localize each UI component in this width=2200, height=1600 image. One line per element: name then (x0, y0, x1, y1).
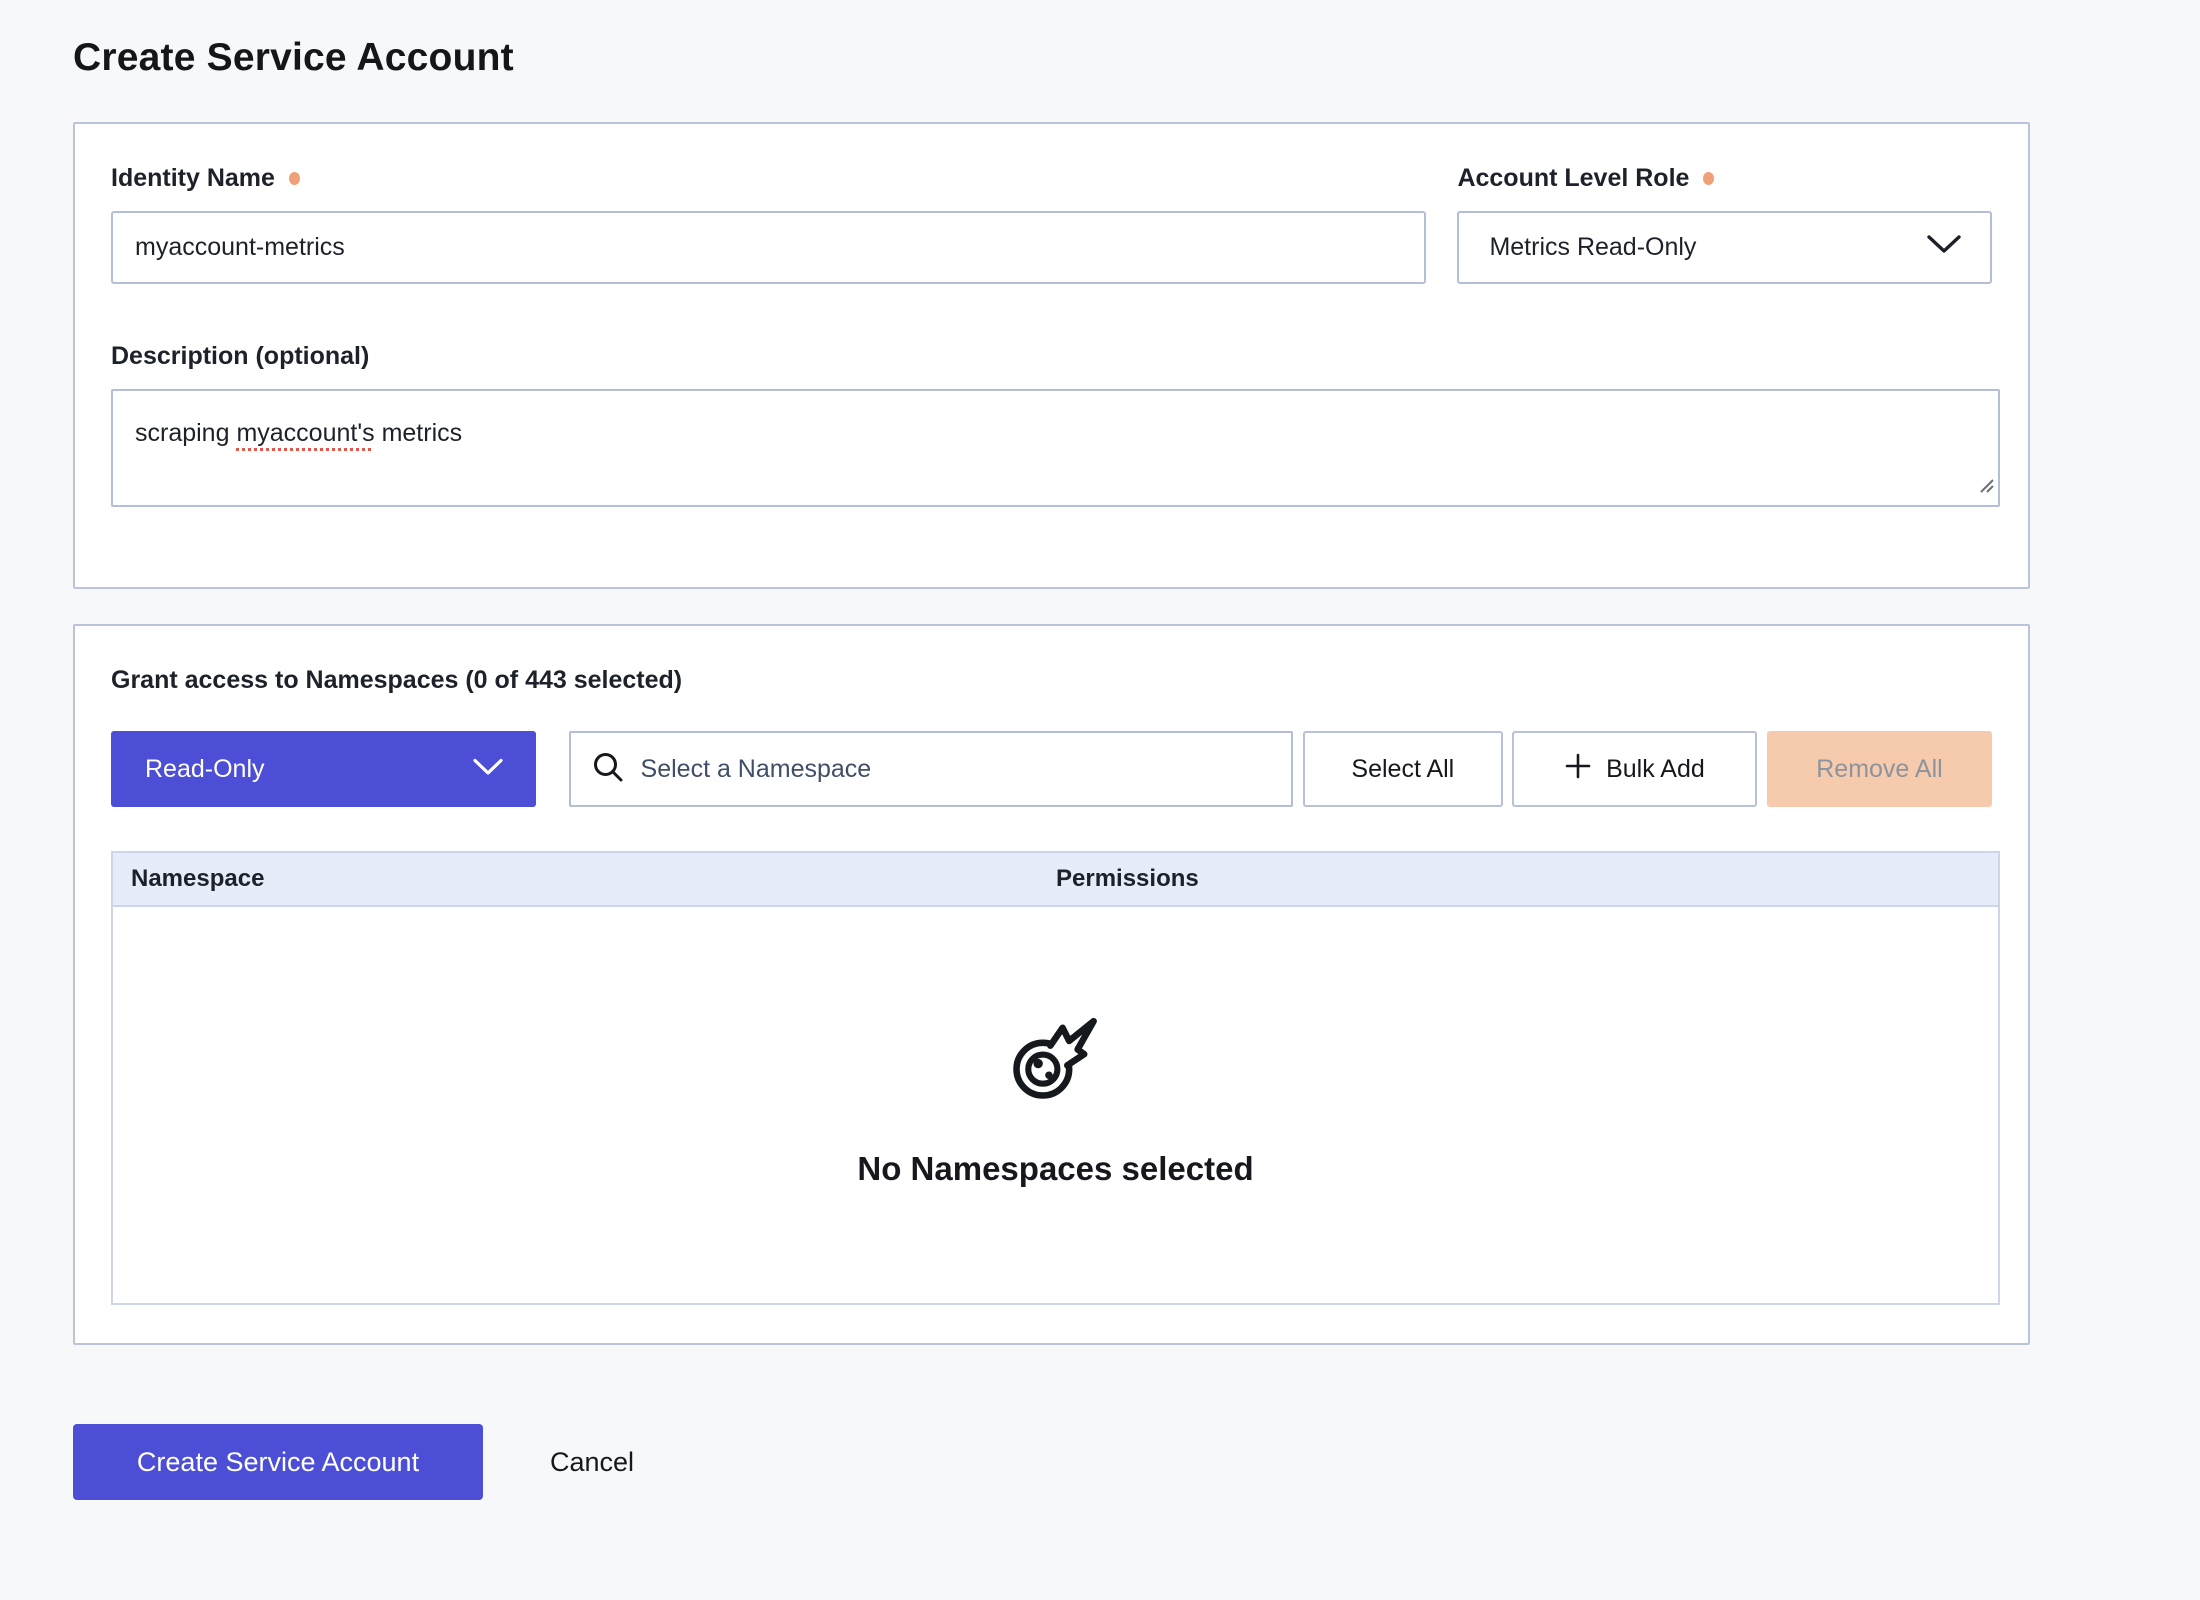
account-level-role-value: Metrics Read-Only (1489, 233, 1696, 262)
chevron-down-icon (1926, 233, 1962, 262)
namespace-search[interactable] (569, 731, 1293, 807)
namespace-search-input[interactable] (641, 733, 1273, 805)
cancel-button[interactable]: Cancel (550, 1447, 634, 1478)
create-service-account-button[interactable]: Create Service Account (73, 1424, 483, 1500)
required-dot-icon (289, 172, 300, 185)
select-all-button[interactable]: Select All (1303, 731, 1503, 807)
search-icon (591, 750, 625, 789)
chevron-down-icon (472, 755, 504, 784)
namespaces-toolbar: Read-Only Select All (111, 731, 1992, 807)
account-level-role-label-text: Account Level Role (1457, 164, 1689, 193)
required-dot-icon (1703, 172, 1714, 185)
permission-role-dropdown[interactable]: Read-Only (111, 731, 536, 807)
account-level-role-select[interactable]: Metrics Read-Only (1457, 211, 1992, 284)
plus-icon (1564, 752, 1592, 787)
description-textarea[interactable]: scraping myaccount's metrics (111, 389, 2000, 507)
description-label: Description (optional) (111, 342, 369, 371)
namespaces-table: Namespace Permissions No Namespaces sele… (111, 851, 2000, 1305)
page-title: Create Service Account (73, 36, 2030, 80)
identity-name-input[interactable] (111, 211, 1426, 284)
permission-role-value: Read-Only (145, 755, 265, 784)
namespaces-table-header: Namespace Permissions (113, 853, 1998, 907)
resize-handle-icon[interactable] (1977, 470, 1995, 503)
column-header-namespace: Namespace (113, 865, 1056, 893)
bulk-add-label: Bulk Add (1606, 755, 1705, 784)
identity-name-label-text: Identity Name (111, 164, 275, 193)
namespaces-table-empty-body: No Namespaces selected (113, 907, 1998, 1303)
bulk-add-button[interactable]: Bulk Add (1512, 731, 1757, 807)
namespaces-heading: Grant access to Namespaces (0 of 443 sel… (111, 666, 1992, 695)
comet-icon (1009, 1009, 1103, 1108)
description-text-before: scraping (135, 419, 236, 447)
description-text-after: metrics (375, 419, 463, 447)
namespaces-panel: Grant access to Namespaces (0 of 443 sel… (73, 624, 2030, 1345)
account-level-role-label: Account Level Role (1457, 164, 1714, 193)
select-all-label: Select All (1351, 755, 1454, 784)
remove-all-button-disabled[interactable]: Remove All (1767, 731, 1992, 807)
form-actions: Create Service Account Cancel (73, 1424, 2030, 1500)
description-label-text: Description (optional) (111, 342, 369, 371)
create-service-account-page: Create Service Account Identity Name Acc… (0, 0, 2030, 1500)
identity-name-label: Identity Name (111, 164, 300, 193)
description-text-misspelled: myaccount's (236, 419, 374, 447)
identity-form-panel: Identity Name Account Level Role Metrics… (73, 122, 2030, 589)
column-header-permissions: Permissions (1056, 865, 1199, 893)
empty-state-text: No Namespaces selected (857, 1150, 1253, 1188)
remove-all-label: Remove All (1816, 755, 1942, 784)
